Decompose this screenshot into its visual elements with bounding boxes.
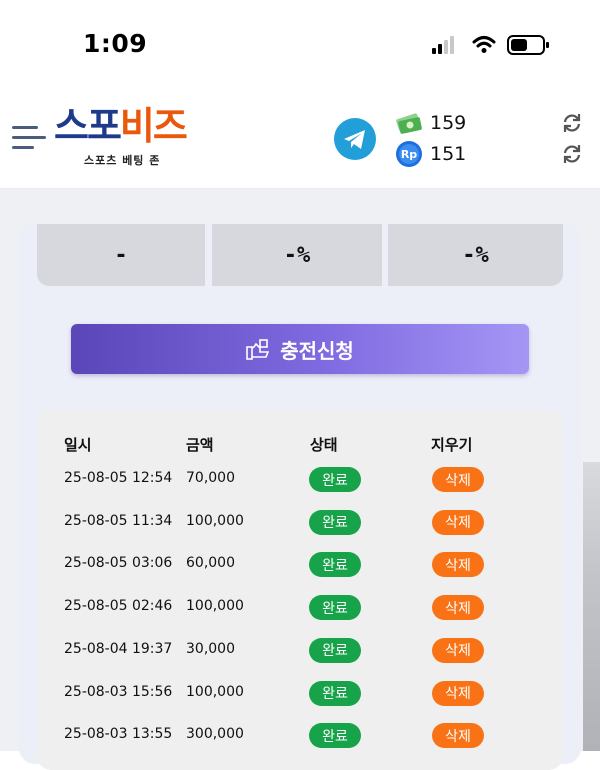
row-amount: 30,000 xyxy=(186,640,235,657)
status-badge: 완료 xyxy=(309,723,361,749)
column-header-date: 일시 xyxy=(64,436,92,454)
row-date: 25-08-05 03:06 xyxy=(64,555,173,572)
delete-button[interactable]: 삭제 xyxy=(432,637,484,663)
svg-text:Rp: Rp xyxy=(401,148,417,161)
status-icons xyxy=(432,34,552,56)
row-amount: 100,000 xyxy=(186,683,244,700)
delete-button[interactable]: 삭제 xyxy=(432,595,484,621)
charge-icon xyxy=(246,339,270,360)
row-amount: 70,000 xyxy=(186,470,235,486)
column-header-status: 상태 xyxy=(310,436,338,454)
status-badge: 완료 xyxy=(309,467,361,492)
logo-subtitle: 스포츠 베팅 존 xyxy=(84,154,161,167)
rp-value: 151 xyxy=(430,143,467,165)
delete-button[interactable]: 삭제 xyxy=(432,723,484,749)
status-badge: 완료 xyxy=(309,509,361,535)
delete-button[interactable]: 삭제 xyxy=(432,509,484,535)
refresh-rp-icon[interactable] xyxy=(560,142,584,166)
rp-balance: Rp 151 xyxy=(394,139,466,169)
site-logo[interactable]: 스포비즈 스포츠 베팅 존 xyxy=(54,104,204,170)
row-amount: 60,000 xyxy=(186,555,235,572)
charge-request-button[interactable]: 충전신청 xyxy=(71,324,529,374)
stat-box: -% xyxy=(388,224,563,286)
row-date: 25-08-03 13:55 xyxy=(64,726,173,743)
row-date: 25-08-04 19:37 xyxy=(64,640,173,657)
telegram-icon[interactable] xyxy=(334,118,376,160)
status-badge: 완료 xyxy=(309,680,361,706)
cash-value: 159 xyxy=(430,112,467,134)
stat-box: -% xyxy=(212,224,382,286)
stat-box: - xyxy=(37,224,205,286)
refresh-cash-icon[interactable] xyxy=(560,111,584,135)
status-badge: 완료 xyxy=(309,552,361,578)
history-table xyxy=(37,410,563,770)
logo-title: 스포비즈 xyxy=(54,104,188,148)
signal-wifi-battery-icon xyxy=(432,35,549,55)
column-header-delete: 지우기 xyxy=(431,436,473,454)
status-badge: 완료 xyxy=(309,637,361,663)
delete-button[interactable]: 삭제 xyxy=(432,680,484,706)
row-date: 25-08-03 15:56 xyxy=(64,683,173,700)
menu-icon[interactable] xyxy=(12,124,48,152)
background-image xyxy=(583,462,600,751)
status-bar: 1:09 xyxy=(0,0,600,88)
column-header-amount: 금액 xyxy=(186,436,214,454)
charge-request-label: 충전신청 xyxy=(280,338,354,363)
delete-button[interactable]: 삭제 xyxy=(432,467,484,492)
row-amount: 100,000 xyxy=(186,512,244,529)
row-amount: 300,000 xyxy=(186,726,244,743)
cash-balance: 159 xyxy=(394,108,466,138)
row-date: 25-08-05 12:54 xyxy=(64,470,173,486)
status-time: 1:09 xyxy=(83,29,148,58)
rp-icon: Rp xyxy=(396,141,422,167)
row-date: 25-08-05 02:46 xyxy=(64,598,173,615)
delete-button[interactable]: 삭제 xyxy=(432,552,484,578)
row-date: 25-08-05 11:34 xyxy=(64,512,173,529)
status-badge: 완료 xyxy=(309,595,361,621)
row-amount: 100,000 xyxy=(186,598,244,615)
cash-icon xyxy=(396,113,422,134)
